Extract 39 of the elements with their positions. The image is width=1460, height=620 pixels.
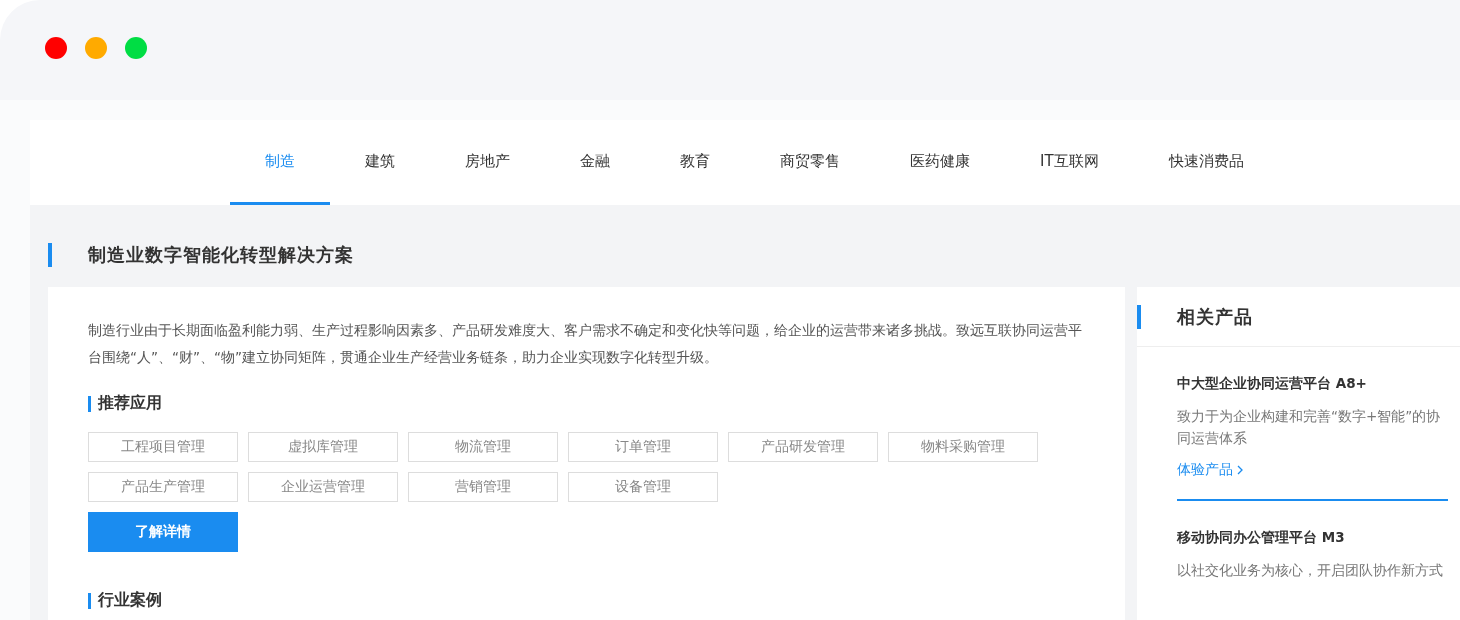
- product-description: 致力于为企业构建和完善“数字+智能”的协同运营体系: [1177, 407, 1442, 448]
- subsection-title: 行业案例: [98, 590, 162, 611]
- product-item[interactable]: 移动协同办公管理平台 M3 以社交化业务为核心，开启团队协作新方式: [1177, 501, 1448, 603]
- product-name: 中大型企业协同运营平台 A8+: [1177, 375, 1368, 393]
- app-tag[interactable]: 物料采购管理: [888, 432, 1038, 462]
- product-name: 移动协同办公管理平台 M3: [1177, 529, 1346, 547]
- industry-tab[interactable]: 建筑: [330, 120, 430, 205]
- panel-title: 相关产品: [1177, 304, 1253, 329]
- industry-tab[interactable]: 快速消费品: [1133, 120, 1279, 205]
- industry-tab[interactable]: 教育: [645, 120, 745, 205]
- app-tag[interactable]: 企业运营管理: [248, 472, 398, 502]
- try-product-link[interactable]: 体验产品: [1177, 461, 1245, 479]
- app-tag[interactable]: 产品研发管理: [728, 432, 878, 462]
- chevron-icon: [1237, 465, 1245, 475]
- accent-bar: [1137, 304, 1141, 329]
- app-tag[interactable]: 设备管理: [568, 472, 718, 502]
- industry-tab[interactable]: 医药健康: [875, 120, 1005, 205]
- product-item[interactable]: 中大型企业协同运营平台 A8+ 致力于为企业构建和完善“数字+智能”的协同运营体系 体验产品: [1177, 347, 1448, 501]
- section-title: 制造业数字智能化转型解决方案: [88, 243, 354, 267]
- app-tag[interactable]: 营销管理: [408, 472, 558, 502]
- details-button[interactable]: 了解详情: [88, 512, 238, 552]
- accent-bar: [88, 592, 91, 609]
- app-tag[interactable]: 产品生产管理: [88, 472, 238, 502]
- industry-tab[interactable]: 金融: [545, 120, 645, 205]
- industry-tab[interactable]: IT互联网: [1005, 120, 1134, 205]
- accent-bar: [88, 395, 91, 412]
- window-button[interactable]: [85, 37, 107, 59]
- app-tag[interactable]: 物流管理: [408, 432, 558, 462]
- app-tag[interactable]: 虚拟库管理: [248, 432, 398, 462]
- intro-text: 制造行业由于长期面临盈利能力弱、生产过程影响因素多、产品研发难度大、客户需求不确定和变化快等问题，给企业的运营带来诸多挑战。致远互联协同运营平台围绕“人”、“财”、“物”建立协同矩阵，贯通企业生产经营业务链条，助力企业实现数字化转型升级。: [88, 321, 1083, 367]
- app-tag[interactable]: 工程项目管理: [88, 432, 238, 462]
- accent-bar: [48, 243, 52, 267]
- industry-tab[interactable]: 房地产: [430, 120, 545, 205]
- industry-tab[interactable]: 商贸零售: [745, 120, 875, 205]
- subsection-title: 推荐应用: [98, 393, 162, 414]
- app-tag[interactable]: 订单管理: [568, 432, 718, 462]
- window-button[interactable]: [125, 37, 147, 59]
- window-button[interactable]: [45, 37, 67, 59]
- product-description: 以社交化业务为核心，开启团队协作新方式: [1177, 561, 1444, 580]
